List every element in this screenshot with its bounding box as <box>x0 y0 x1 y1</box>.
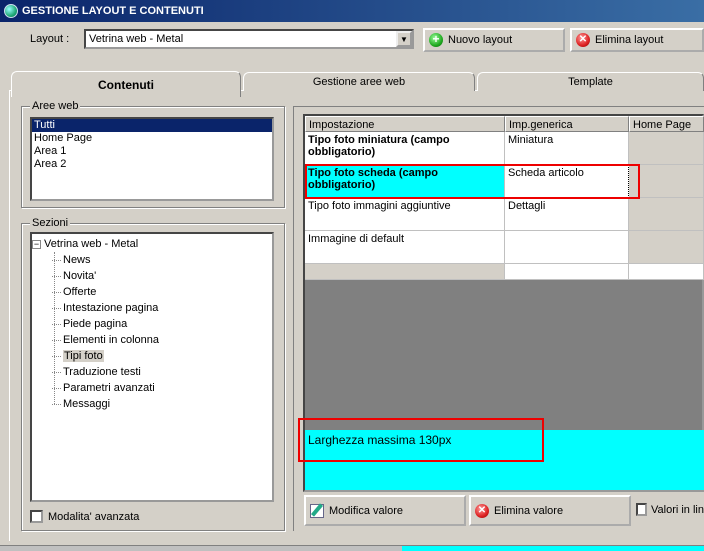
delete-layout-label: Elimina layout <box>595 34 664 46</box>
delete-icon: ✕ <box>475 503 489 518</box>
tree-item-news[interactable]: News <box>32 252 272 268</box>
tree-item-label: Intestazione pagina <box>63 302 159 314</box>
table-row-name[interactable]: Tipo foto immagini aggiuntive <box>305 198 505 231</box>
chevron-down-icon[interactable]: ▼ <box>396 31 412 47</box>
tree-item-novita[interactable]: Novita' <box>32 268 272 284</box>
list-item[interactable]: Tutti <box>32 119 272 132</box>
bottom-strip <box>0 545 704 551</box>
tree-item-parametri-avanzati[interactable]: Parametri avanzati <box>32 380 272 396</box>
table-cell-home-page[interactable] <box>629 132 704 165</box>
tab-contenuti[interactable]: Contenuti <box>11 71 241 97</box>
table-row-name[interactable]: Tipo foto miniatura (campo obbligatorio) <box>305 132 505 165</box>
aree-web-title: Aree web <box>30 100 81 112</box>
app-icon <box>4 4 18 18</box>
inline-values-box[interactable] <box>636 503 647 516</box>
delete-value-button[interactable]: ✕ Elimina valore <box>469 495 631 526</box>
sezioni-tree[interactable]: − Vetrina web - Metal News Novita' Offer… <box>30 232 274 502</box>
tree-item-label: Traduzione testi <box>63 366 141 378</box>
advanced-mode-checkbox[interactable]: Modalita' avanzata <box>30 510 139 523</box>
new-layout-label: Nuovo layout <box>448 34 513 46</box>
tab-template-label: Template <box>568 76 613 88</box>
tree-item-offerte[interactable]: Offerte <box>32 284 272 300</box>
table-cell-home-page[interactable] <box>629 231 704 264</box>
layout-label: Layout : <box>30 33 70 45</box>
table-row-value[interactable] <box>505 231 629 264</box>
tree-item-label: News <box>63 254 91 266</box>
description-box: Larghezza massima 130px <box>305 430 704 490</box>
tree-item-label: Messaggi <box>63 398 111 410</box>
tree-item-label: Parametri avanzati <box>63 382 155 394</box>
list-item[interactable]: Area 2 <box>32 158 272 171</box>
tree-item-piede-pagina[interactable]: Piede pagina <box>32 316 272 332</box>
tree-item-intestazione-pagina[interactable]: Intestazione pagina <box>32 300 272 316</box>
tree-root[interactable]: − Vetrina web - Metal <box>32 236 272 252</box>
plus-icon: + <box>429 33 443 47</box>
delete-layout-button[interactable]: ✕ Elimina layout <box>570 28 704 52</box>
edit-icon <box>310 503 324 518</box>
table-row-value[interactable]: Scheda articolo <box>505 165 629 198</box>
tree-item-label: Novita' <box>63 270 97 282</box>
aree-web-list[interactable]: Tutti Home Page Area 1 Area 2 <box>30 117 274 201</box>
table-row-name[interactable]: Immagine di default <box>305 231 505 264</box>
delete-icon: ✕ <box>576 33 590 47</box>
tree-root-label: Vetrina web - Metal <box>44 238 139 250</box>
inline-values-checkbox[interactable]: Valori in lin <box>636 503 704 516</box>
new-layout-button[interactable]: + Nuovo layout <box>423 28 565 52</box>
table-cell-home-page[interactable] <box>629 165 704 198</box>
advanced-mode-box[interactable] <box>30 510 43 523</box>
window-title: GESTIONE LAYOUT E CONTENUTI <box>22 5 204 17</box>
tree-item-label: Tipi foto <box>63 350 104 362</box>
table-row-name[interactable]: Tipo foto scheda (campo obbligatorio) <box>305 165 505 198</box>
tree-item-label: Offerte <box>63 286 97 298</box>
table-cell-home-page[interactable] <box>629 198 704 231</box>
table-row-empty <box>629 264 704 280</box>
column-header-home-page[interactable]: Home Page <box>629 116 704 132</box>
tab-contenuti-label: Contenuti <box>98 77 154 92</box>
tree-item-messaggi[interactable]: Messaggi <box>32 396 272 412</box>
tree-item-traduzione-testi[interactable]: Traduzione testi <box>32 364 272 380</box>
tree-item-label: Elementi in colonna <box>63 334 160 346</box>
sezioni-title: Sezioni <box>30 217 71 229</box>
table-row-value[interactable]: Miniatura <box>505 132 629 165</box>
collapse-icon[interactable]: − <box>32 239 41 249</box>
advanced-mode-label: Modalita' avanzata <box>48 510 140 523</box>
column-header-impostazione[interactable]: Impostazione <box>305 116 505 132</box>
table-row-value[interactable]: Dettagli <box>505 198 629 231</box>
layout-select-value: Vetrina web - Metal <box>89 33 184 45</box>
tab-template[interactable]: Template <box>477 72 704 91</box>
table-row-empty <box>305 264 505 280</box>
tree-item-label: Piede pagina <box>63 318 128 330</box>
inline-values-label: Valori in lin <box>651 503 704 516</box>
list-item[interactable]: Area 1 <box>32 145 272 158</box>
tab-gestione-aree-web-label: Gestione aree web <box>312 76 406 88</box>
title-bar: GESTIONE LAYOUT E CONTENUTI <box>0 0 704 22</box>
tree-item-tipi-foto[interactable]: Tipi foto <box>32 348 272 364</box>
table-row-empty <box>505 264 629 280</box>
layout-select[interactable]: Vetrina web - Metal ▼ <box>84 29 414 49</box>
modify-value-button[interactable]: Modifica valore <box>304 495 466 526</box>
column-header-imp-generica[interactable]: Imp.generica <box>505 116 629 132</box>
tab-gestione-aree-web[interactable]: Gestione aree web <box>243 72 475 91</box>
delete-value-label: Elimina valore <box>494 504 564 517</box>
modify-value-label: Modifica valore <box>329 504 403 517</box>
description-text: Larghezza massima 130px <box>308 433 452 447</box>
tree-item-elementi-in-colonna[interactable]: Elementi in colonna <box>32 332 272 348</box>
list-item[interactable]: Home Page <box>32 132 272 145</box>
